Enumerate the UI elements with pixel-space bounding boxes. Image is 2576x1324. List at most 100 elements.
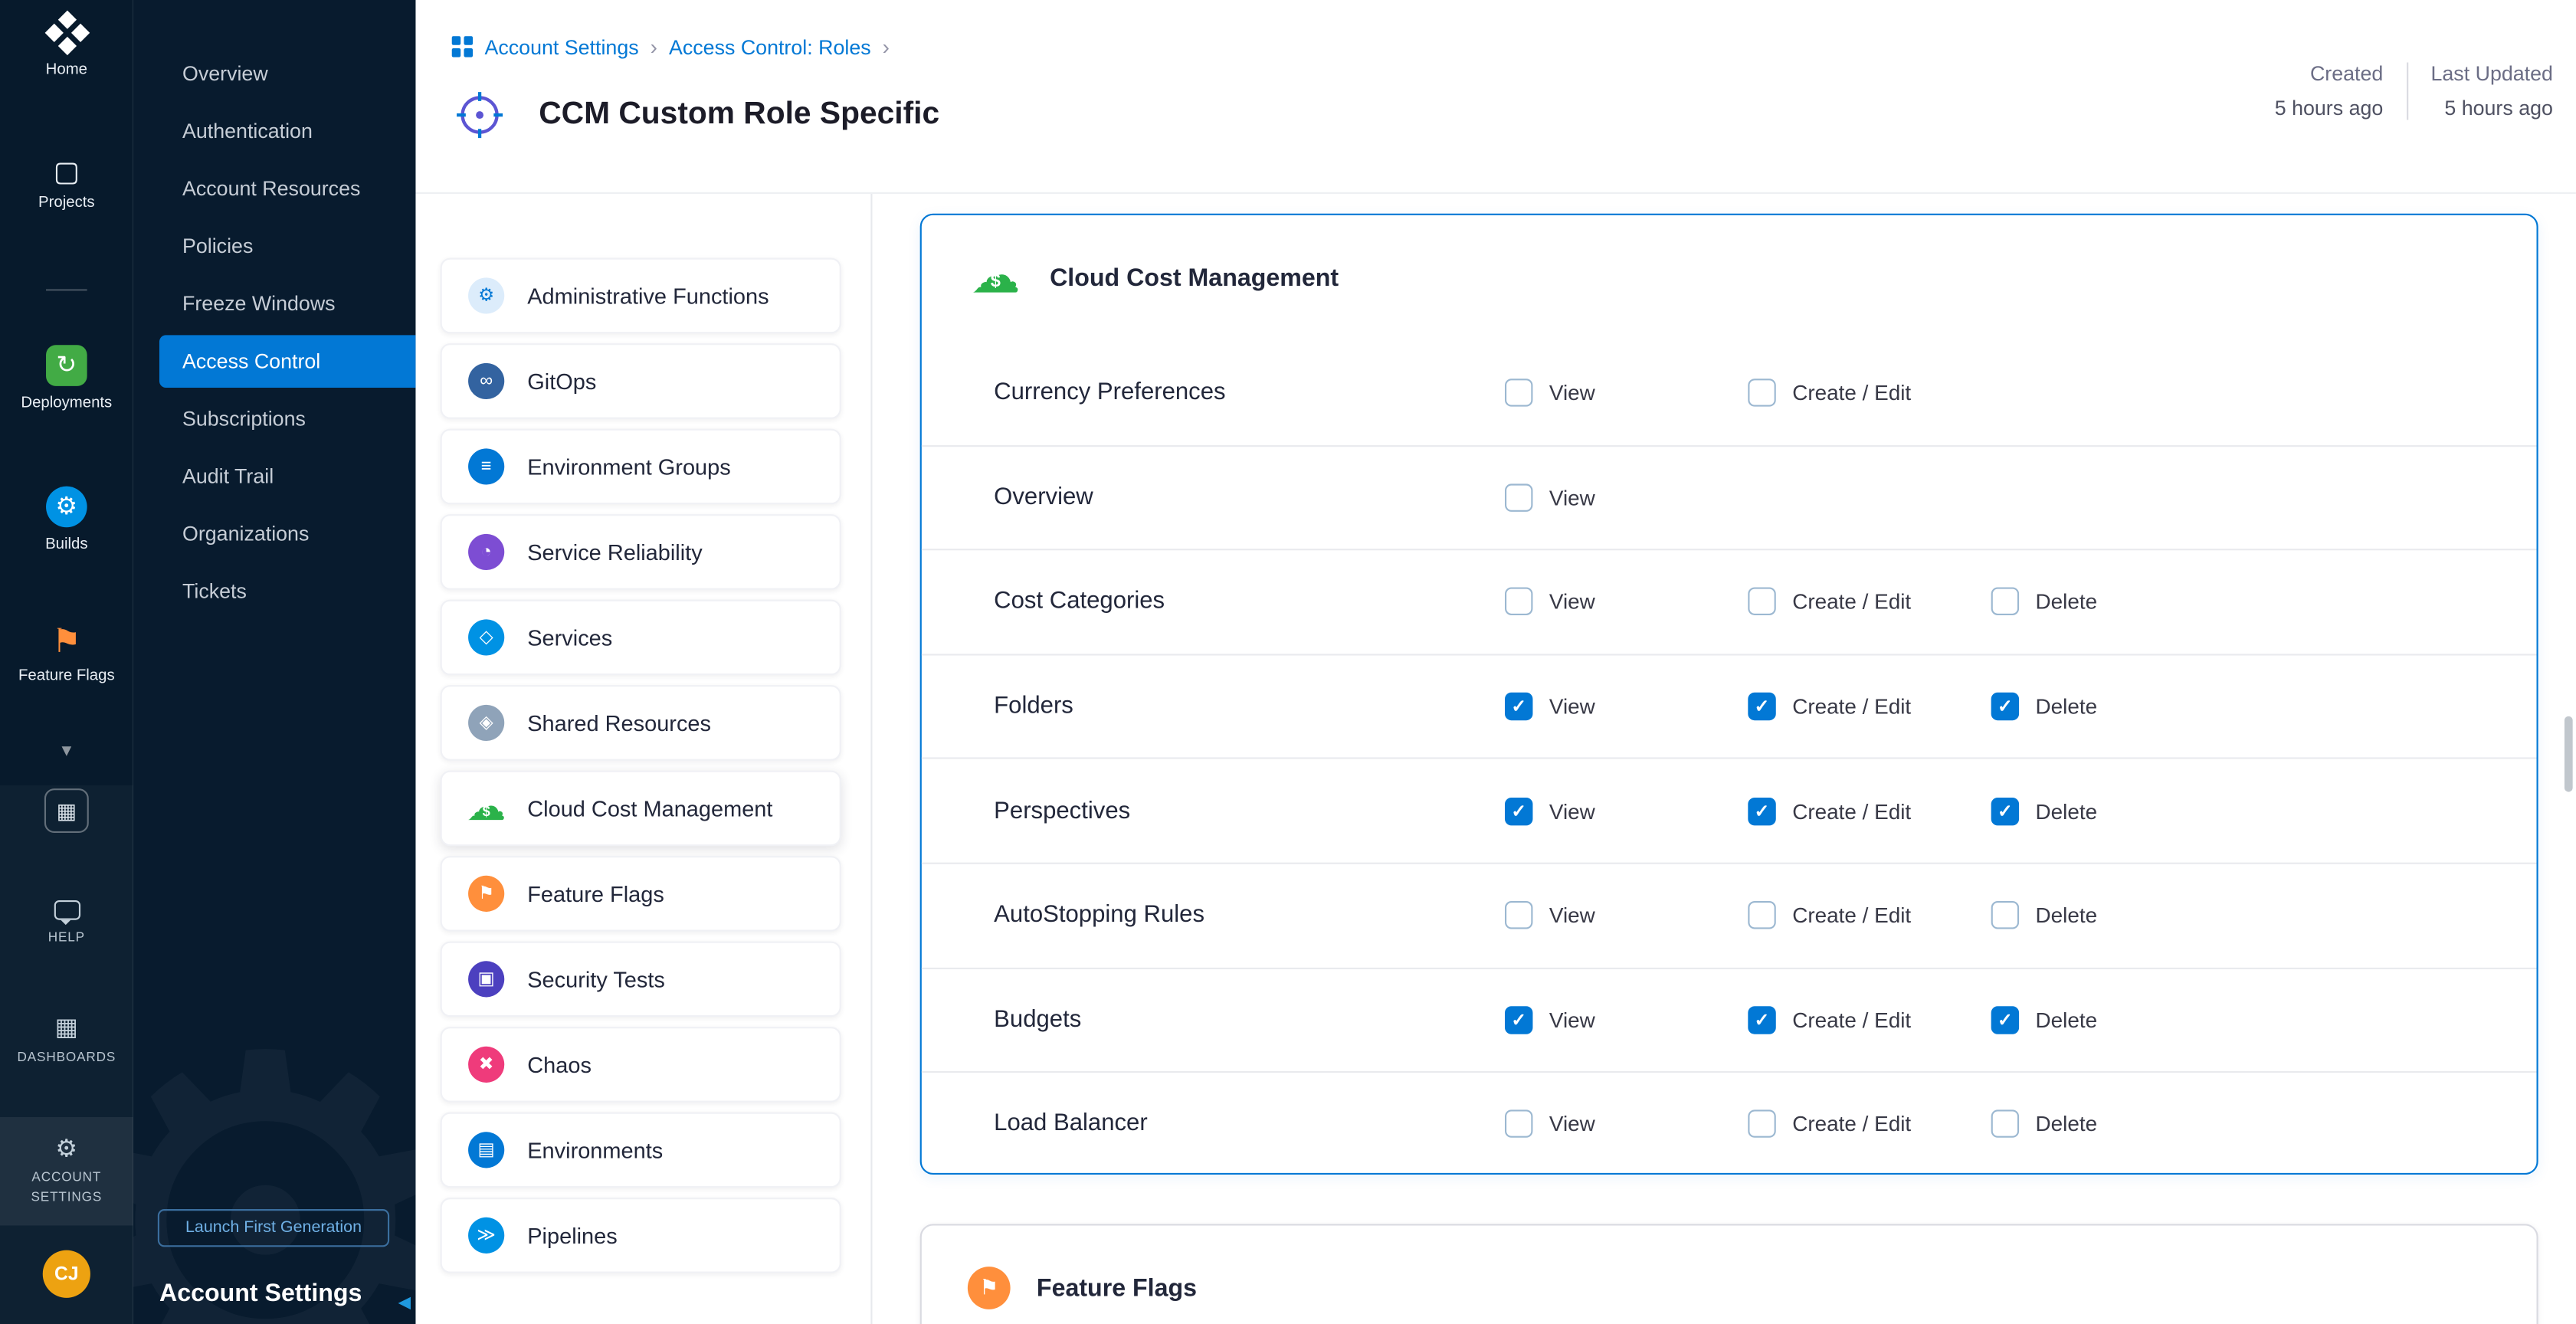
sidebar-item-subscriptions[interactable]: Subscriptions bbox=[133, 392, 416, 445]
resource-item-environment-groups[interactable]: ≡Environment Groups bbox=[441, 429, 841, 505]
nav-account-settings[interactable]: ⚙ ACCOUNT SETTINGS bbox=[0, 1117, 133, 1226]
nav-dashboards[interactable]: ▦ DASHBOARDS bbox=[0, 1015, 133, 1068]
services-icon: ◇ bbox=[468, 619, 504, 655]
permission-rows: Currency PreferencesViewCreate / EditOve… bbox=[922, 340, 2537, 1173]
nav-account-settings-label: ACCOUNT SETTINGS bbox=[19, 1167, 114, 1206]
dollar-sign: $ bbox=[991, 274, 1001, 292]
launch-first-generation-button[interactable]: Launch First Generation bbox=[158, 1209, 389, 1247]
delete-checkbox[interactable]: ✓ bbox=[1991, 797, 2019, 824]
deployments-icon: ↻ bbox=[46, 345, 87, 386]
permission-currency-preferences-view: View bbox=[1505, 379, 1595, 406]
resource-item-feature-flags[interactable]: ⚑Feature Flags bbox=[441, 856, 841, 932]
sidebar-item-access-control[interactable]: Access Control bbox=[159, 335, 415, 388]
user-avatar[interactable]: CJ bbox=[43, 1250, 90, 1298]
nav-help[interactable]: HELP bbox=[0, 900, 133, 948]
delete-checkbox[interactable] bbox=[1991, 902, 2019, 929]
resource-item-security-tests[interactable]: ▣Security Tests bbox=[441, 942, 841, 1018]
cube-icon: ▢ bbox=[54, 158, 80, 185]
resource-label: Environment Groups bbox=[527, 454, 730, 479]
delete-checkbox[interactable]: ✓ bbox=[1991, 1006, 2019, 1034]
resource-item-cloud-cost-management[interactable]: ☁$Cloud Cost Management bbox=[441, 771, 841, 847]
view-checkbox[interactable] bbox=[1505, 588, 1532, 616]
view-checkbox[interactable]: ✓ bbox=[1505, 1006, 1532, 1034]
create-edit-checkbox[interactable] bbox=[1748, 902, 1775, 929]
view-checkbox[interactable]: ✓ bbox=[1505, 693, 1532, 720]
create-edit-checkbox[interactable]: ✓ bbox=[1748, 797, 1775, 824]
nav-builds[interactable]: ⚙ Builds bbox=[0, 487, 133, 554]
nav-projects[interactable]: ▢ Projects bbox=[0, 158, 133, 212]
resource-item-environments[interactable]: ▤Environments bbox=[441, 1113, 841, 1188]
create-edit-checkbox[interactable] bbox=[1748, 379, 1775, 406]
delete-checkbox[interactable] bbox=[1991, 1110, 2019, 1138]
permission-budgets-delete: ✓Delete bbox=[1991, 1006, 2097, 1034]
nav-dashboards-label: DASHBOARDS bbox=[17, 1048, 116, 1068]
resource-label: GitOps bbox=[527, 369, 596, 393]
sidebar-item-overview[interactable]: Overview bbox=[133, 48, 416, 100]
breadcrumb-account-settings[interactable]: Account Settings bbox=[485, 35, 639, 58]
builds-icon: ⚙ bbox=[46, 487, 87, 528]
permission-perspectives-view: ✓ View bbox=[1505, 797, 1595, 824]
sidebar-item-policies[interactable]: Policies bbox=[133, 220, 416, 273]
breadcrumb-separator: › bbox=[883, 34, 890, 59]
created-block: Created 5 hours ago bbox=[2275, 62, 2384, 120]
create-edit-checkbox[interactable] bbox=[1748, 588, 1775, 616]
permission-label: Create / Edit bbox=[1792, 1008, 1911, 1032]
scrollbar-thumb[interactable] bbox=[2565, 716, 2573, 792]
permission-row-overview: OverviewView bbox=[922, 444, 2537, 549]
panel-title: Feature Flags bbox=[1037, 1274, 1197, 1302]
resource-item-chaos[interactable]: ✖Chaos bbox=[441, 1027, 841, 1103]
breadcrumb-separator: › bbox=[651, 34, 657, 59]
view-checkbox[interactable] bbox=[1505, 379, 1532, 406]
view-checkbox[interactable]: ✓ bbox=[1505, 797, 1532, 824]
feature-flags-panel: ⚑ Feature Flags bbox=[920, 1224, 2538, 1324]
sidebar-item-authentication[interactable]: Authentication bbox=[133, 105, 416, 158]
permission-row-budgets: Budgets✓View✓Create / Edit✓Delete bbox=[922, 967, 2537, 1071]
permission-label: View bbox=[1549, 798, 1595, 823]
sidebar-item-account-resources[interactable]: Account Resources bbox=[133, 162, 416, 215]
breadcrumb-access-control-roles[interactable]: Access Control: Roles bbox=[669, 35, 871, 58]
permission-budgets-create-edit: ✓ Create / Edit bbox=[1748, 1006, 1911, 1034]
permission-row-folders: Folders✓View✓Create / Edit✓Delete bbox=[922, 654, 2537, 758]
create-edit-checkbox[interactable] bbox=[1748, 1110, 1775, 1138]
resource-item-service-reliability[interactable]: ◔Service Reliability bbox=[441, 514, 841, 590]
create-edit-checkbox[interactable]: ✓ bbox=[1748, 693, 1775, 720]
resource-item-administrative-functions[interactable]: ⚙Administrative Functions bbox=[441, 258, 841, 334]
vertical-divider bbox=[870, 194, 872, 1324]
view-checkbox[interactable] bbox=[1505, 483, 1532, 511]
sidebar-item-freeze-windows[interactable]: Freeze Windows bbox=[133, 277, 416, 330]
nav-projects-label: Projects bbox=[38, 194, 95, 212]
resource-name: Folders bbox=[922, 693, 1073, 719]
module-picker-button[interactable]: ▦ bbox=[44, 788, 89, 833]
resource-item-gitops[interactable]: ∞GitOps bbox=[441, 343, 841, 419]
resource-item-pipelines[interactable]: ≫Pipelines bbox=[441, 1198, 841, 1273]
nav-feature-flags[interactable]: ⚑ Feature Flags bbox=[0, 626, 133, 685]
view-checkbox[interactable] bbox=[1505, 1110, 1532, 1138]
pipelines-icon: ≫ bbox=[468, 1217, 504, 1254]
sidebar-item-audit-trail[interactable]: Audit Trail bbox=[133, 450, 416, 503]
permission-folders-create-edit: ✓Create / Edit bbox=[1748, 693, 1911, 720]
view-checkbox[interactable] bbox=[1505, 902, 1532, 929]
permission-row-cost-categories: Cost CategoriesViewCreate / EditDelete bbox=[922, 549, 2537, 654]
settings-sidebar: ⚙ OverviewAuthenticationAccount Resource… bbox=[133, 0, 416, 1324]
role-meta: Created 5 hours ago Last Updated 5 hours… bbox=[2275, 62, 2553, 120]
sidebar-item-tickets[interactable]: Tickets bbox=[133, 565, 416, 618]
permission-label: Delete bbox=[2036, 694, 2098, 719]
permission-label: Create / Edit bbox=[1792, 380, 1911, 405]
harness-logo-icon bbox=[47, 13, 86, 52]
sidebar-item-organizations[interactable]: Organizations bbox=[133, 508, 416, 561]
resource-item-services[interactable]: ◇Services bbox=[441, 600, 841, 676]
resource-label: Feature Flags bbox=[527, 881, 664, 906]
delete-checkbox[interactable]: ✓ bbox=[1991, 693, 2019, 720]
create-edit-checkbox[interactable]: ✓ bbox=[1748, 1006, 1775, 1034]
resource-item-shared-resources[interactable]: ◈Shared Resources bbox=[441, 685, 841, 761]
permission-cost-categories-delete: Delete bbox=[1991, 588, 2097, 616]
page-header: Account Settings › Access Control: Roles… bbox=[415, 0, 2575, 194]
collapse-sidebar-icon[interactable]: ◀ bbox=[398, 1295, 411, 1313]
chevron-down-icon[interactable]: ▼ bbox=[0, 742, 133, 761]
resource-label: Administrative Functions bbox=[527, 283, 769, 308]
permission-label: View bbox=[1549, 380, 1595, 405]
nav-deployments[interactable]: ↻ Deployments bbox=[0, 345, 133, 412]
nav-home[interactable]: Home bbox=[0, 13, 133, 79]
delete-checkbox[interactable] bbox=[1991, 588, 2019, 616]
resource-label: Chaos bbox=[527, 1052, 592, 1077]
